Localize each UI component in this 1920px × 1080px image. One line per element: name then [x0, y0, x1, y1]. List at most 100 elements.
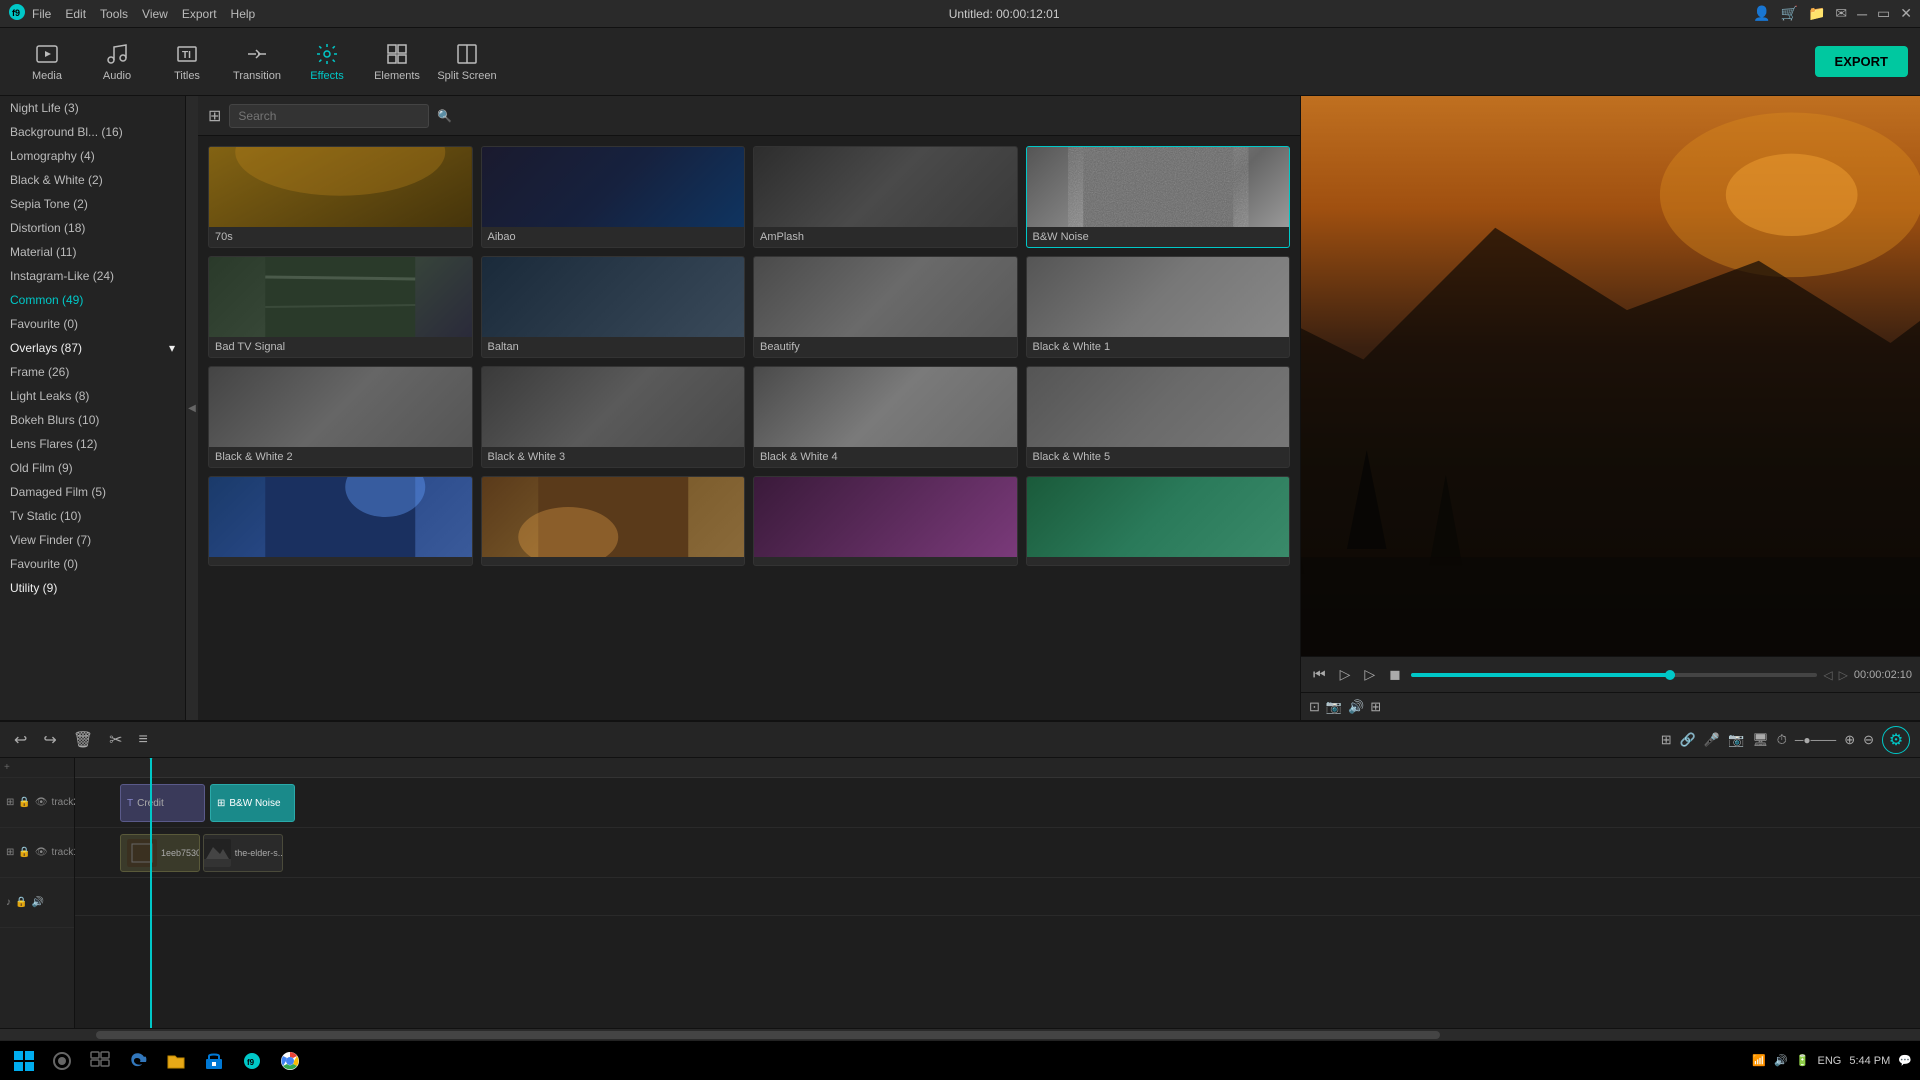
- search-icon[interactable]: 🔍: [437, 109, 452, 123]
- user-icon[interactable]: 👤: [1753, 5, 1770, 22]
- toolbar-media[interactable]: Media: [12, 32, 82, 92]
- track-lock-icon[interactable]: 🔒: [18, 847, 30, 858]
- redo-btn[interactable]: ↪: [39, 728, 60, 752]
- timeline-scrollbar[interactable]: [0, 1028, 1920, 1040]
- search-input[interactable]: [229, 104, 429, 128]
- add-track-btn[interactable]: +: [4, 762, 10, 773]
- effect-card-bw1[interactable]: Black & White 1: [1026, 256, 1291, 358]
- sidebar-item-bokeh[interactable]: Bokeh Blurs (10): [0, 408, 185, 432]
- timeline-tool-2[interactable]: 🔗: [1680, 732, 1696, 748]
- menu-tools[interactable]: Tools: [100, 7, 128, 21]
- effect-card-bw5[interactable]: Black & White 5: [1026, 366, 1291, 468]
- menu-help[interactable]: Help: [231, 7, 256, 21]
- cart-icon[interactable]: 🛒: [1781, 5, 1798, 22]
- effect-card-ll1[interactable]: [208, 476, 473, 566]
- audio-mute-icon[interactable]: 🔊: [31, 897, 43, 908]
- track-visible-icon[interactable]: 👁: [35, 847, 48, 858]
- sidebar-item-oldfilm[interactable]: Old Film (9): [0, 456, 185, 480]
- sidebar-section-overlays[interactable]: Overlays (87) ▾: [0, 336, 185, 360]
- play-alt-btn[interactable]: ▷: [1360, 664, 1379, 685]
- timeline-tool-5[interactable]: 🖥: [1752, 732, 1769, 748]
- effect-card-bw4[interactable]: Black & White 4: [753, 366, 1018, 468]
- timeline-tool-6[interactable]: ⏱: [1777, 732, 1787, 748]
- clip-video1[interactable]: 1eeb75307b...: [120, 834, 200, 872]
- restore-btn[interactable]: ▭: [1877, 5, 1890, 22]
- play-btn[interactable]: ▷: [1336, 664, 1355, 685]
- sidebar-item-distortion[interactable]: Distortion (18): [0, 216, 185, 240]
- effect-card-bw3[interactable]: Black & White 3: [481, 366, 746, 468]
- zoom-slider[interactable]: ─●───: [1795, 733, 1836, 747]
- effect-card-70s[interactable]: 70s: [208, 146, 473, 248]
- folder-icon[interactable]: 📁: [1808, 5, 1825, 22]
- preview-tool-4[interactable]: ⊞: [1370, 699, 1381, 715]
- toolbar-splitscreen[interactable]: Split Screen: [432, 32, 502, 92]
- stop-btn[interactable]: ◼: [1385, 664, 1405, 685]
- edge-icon[interactable]: [122, 1045, 154, 1077]
- export-button[interactable]: EXPORT: [1815, 46, 1908, 77]
- explorer-icon[interactable]: [160, 1045, 192, 1077]
- toolbar-transition[interactable]: Transition: [222, 32, 292, 92]
- clip-effect[interactable]: ⊞ B&W Noise: [210, 784, 295, 822]
- effect-card-aibao[interactable]: Aibao: [481, 146, 746, 248]
- track-visible-icon[interactable]: 👁: [35, 797, 48, 808]
- sidebar-item-background[interactable]: Background Bl... (16): [0, 120, 185, 144]
- notification-icon[interactable]: 💬: [1898, 1054, 1912, 1067]
- close-btn[interactable]: ✕: [1900, 5, 1912, 22]
- undo-btn[interactable]: ↩: [10, 728, 31, 752]
- sidebar-item-sepia[interactable]: Sepia Tone (2): [0, 192, 185, 216]
- filmora-taskbar-icon[interactable]: f9: [236, 1045, 268, 1077]
- clip-title[interactable]: T Credit: [120, 784, 205, 822]
- collapse-sidebar-btn[interactable]: ◀: [186, 96, 198, 720]
- sidebar-item-fav2[interactable]: Favourite (0): [0, 552, 185, 576]
- track-lock-icon[interactable]: 🔒: [18, 797, 30, 808]
- mail-icon[interactable]: ✉: [1835, 5, 1847, 22]
- delete-btn[interactable]: 🗑: [69, 728, 97, 752]
- sidebar-item-material[interactable]: Material (11): [0, 240, 185, 264]
- clip-video2[interactable]: the-elder-s...: [203, 834, 283, 872]
- timeline-settings-btn[interactable]: ⚙: [1882, 726, 1910, 754]
- menu-edit[interactable]: Edit: [65, 7, 86, 21]
- sidebar-item-lightleaks[interactable]: Light Leaks (8): [0, 384, 185, 408]
- sidebar-item-lomography[interactable]: Lomography (4): [0, 144, 185, 168]
- preview-tool-2[interactable]: 📷: [1326, 699, 1342, 715]
- timeline-tool-4[interactable]: 📷: [1728, 732, 1744, 748]
- timeline-tool-7[interactable]: ⊕: [1844, 732, 1855, 748]
- sidebar-section-utility[interactable]: Utility (9): [0, 576, 185, 600]
- sidebar-item-instagram[interactable]: Instagram-Like (24): [0, 264, 185, 288]
- sidebar-item-viewfinder[interactable]: View Finder (7): [0, 528, 185, 552]
- effect-card-bwnoise[interactable]: B&W Noise: [1026, 146, 1291, 248]
- effect-card-amplash[interactable]: AmPlash: [753, 146, 1018, 248]
- sidebar-item-bw[interactable]: Black & White (2): [0, 168, 185, 192]
- effect-card-bw2[interactable]: Black & White 2: [208, 366, 473, 468]
- preview-tool-3[interactable]: 🔊: [1348, 699, 1364, 715]
- sidebar-item-damagedfilm[interactable]: Damaged Film (5): [0, 480, 185, 504]
- cut-btn[interactable]: ✂: [105, 728, 126, 752]
- toolbar-audio[interactable]: Audio: [82, 32, 152, 92]
- menu-file[interactable]: File: [32, 7, 51, 21]
- sidebar-item-favourite[interactable]: Favourite (0): [0, 312, 185, 336]
- preview-tool-1[interactable]: ⊡: [1309, 699, 1320, 715]
- sidebar-item-lensflares[interactable]: Lens Flares (12): [0, 432, 185, 456]
- sidebar-item-frame[interactable]: Frame (26): [0, 360, 185, 384]
- sidebar-item-tvstatic[interactable]: Tv Static (10): [0, 504, 185, 528]
- sidebar-item-common[interactable]: Common (49): [0, 288, 185, 312]
- start-btn[interactable]: [8, 1045, 40, 1077]
- effect-card-ll3[interactable]: [753, 476, 1018, 566]
- chrome-icon[interactable]: [274, 1045, 306, 1077]
- step-back-btn[interactable]: ⏮: [1309, 664, 1330, 685]
- timeline-tool-8[interactable]: ⊖: [1863, 732, 1874, 748]
- toolbar-effects[interactable]: Effects: [292, 32, 362, 92]
- toolbar-elements[interactable]: Elements: [362, 32, 432, 92]
- scrollbar-thumb[interactable]: [96, 1031, 1440, 1039]
- menu-view[interactable]: View: [142, 7, 168, 21]
- store-icon[interactable]: [198, 1045, 230, 1077]
- effect-card-ll4[interactable]: [1026, 476, 1291, 566]
- settings-btn[interactable]: ≡: [135, 729, 152, 751]
- sidebar-item-night-life[interactable]: Night Life (3): [0, 96, 185, 120]
- effect-card-ll2[interactable]: [481, 476, 746, 566]
- minimize-btn[interactable]: ─: [1857, 6, 1867, 22]
- timeline-tool-1[interactable]: ⊞: [1661, 732, 1672, 748]
- effect-card-baltan[interactable]: Baltan: [481, 256, 746, 358]
- menu-export[interactable]: Export: [182, 7, 217, 21]
- cortana-btn[interactable]: [46, 1045, 78, 1077]
